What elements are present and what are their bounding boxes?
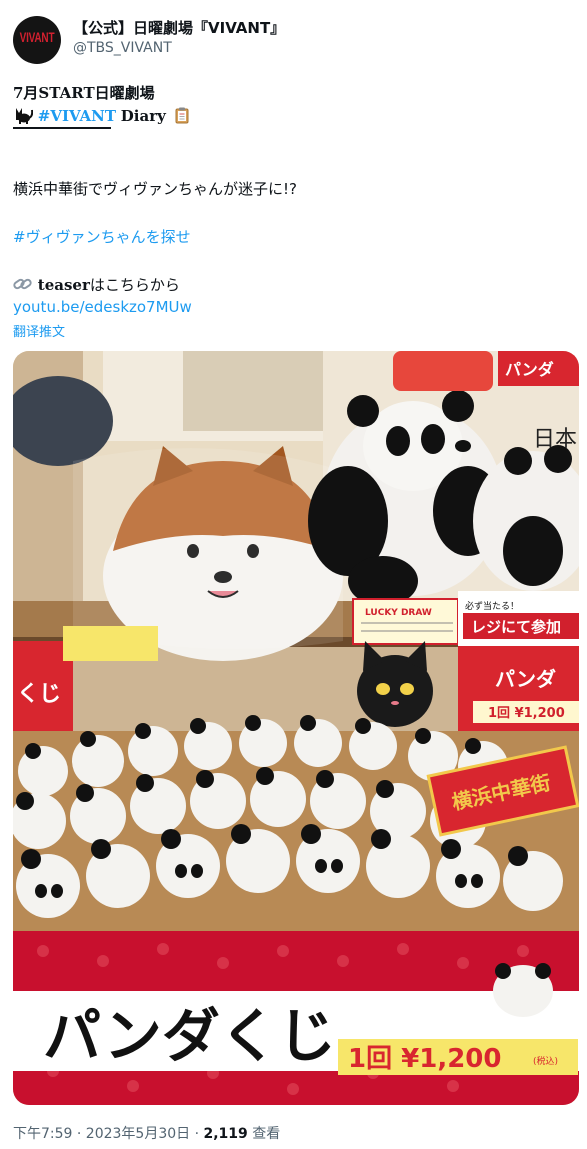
lucky-draw-label: LUCKY DRAW bbox=[365, 608, 432, 618]
banner-tax-text: (税込) bbox=[533, 1055, 558, 1067]
hashtag-vivant[interactable]: #VIVANT bbox=[38, 107, 116, 125]
teaser-rest: はこちらから bbox=[89, 276, 180, 294]
register-sign-text: レジにて参加 bbox=[471, 618, 561, 636]
views-label: 查看 bbox=[247, 1126, 281, 1142]
underline-divider bbox=[13, 127, 111, 129]
post-timestamp[interactable]: 下午7:59 · 2023年5月30日 · bbox=[13, 1126, 204, 1142]
youtube-link[interactable]: youtu.be/edeskzo7MUw bbox=[13, 298, 192, 316]
teaser-line: teaserはこちらから bbox=[13, 274, 180, 295]
user-handle[interactable]: @TBS_VIVANT bbox=[73, 40, 172, 56]
left-sign-text: くじ bbox=[17, 682, 61, 707]
tweet-meta: 下午7:59 · 2023年5月30日 · 2,119 查看 bbox=[13, 1123, 280, 1143]
avatar[interactable]: VIVANT bbox=[13, 16, 61, 64]
tweet-header: VIVANT 【公式】日曜劇場『VIVANT』 @TBS_VIVANT bbox=[13, 13, 573, 65]
black-cat-icon bbox=[16, 108, 33, 124]
hashtag-search-vivan[interactable]: #ヴィヴァンちゃんを探せ bbox=[13, 226, 191, 247]
register-small-text: 必ず当たる！ bbox=[465, 600, 519, 612]
post-photo[interactable]: パンダ 日本 LUCKY DRAW 必ず当たる！ レジにて参加 パンダ 1回 ¥… bbox=[13, 351, 579, 1105]
views-count: 2,119 bbox=[203, 1126, 248, 1142]
clipboard-icon bbox=[175, 107, 189, 124]
top-sign-panda-text: パンダ bbox=[505, 360, 554, 379]
tweet-text-line1: 7月START日曜劇場 bbox=[13, 82, 155, 103]
tweet-text-line2: #VIVANT Diary bbox=[13, 106, 189, 125]
link-chain-icon bbox=[13, 278, 32, 290]
panda-sign-text: パンダ bbox=[495, 667, 556, 691]
photo-scene: パンダ 日本 LUCKY DRAW 必ず当たる！ レジにて参加 パンダ 1回 ¥… bbox=[13, 351, 579, 1105]
tweet-headline: 横浜中華街でヴィヴァンちゃんが迷子に!? bbox=[13, 180, 297, 198]
diary-word: Diary bbox=[120, 107, 166, 125]
tweet-card: VIVANT 【公式】日曜劇場『VIVANT』 @TBS_VIVANT 7月ST… bbox=[0, 0, 587, 1149]
translate-post-link[interactable]: 翻译推文 bbox=[13, 321, 65, 340]
avatar-logo-text: VIVANT bbox=[19, 31, 55, 46]
line1-text: 7月START日曜劇場 bbox=[13, 84, 155, 102]
banner-price-text: 1回 ¥1,200 bbox=[348, 1044, 501, 1074]
japan-sign-text: 日本 bbox=[533, 427, 577, 452]
register-price-text: 1回 ¥1,200 bbox=[488, 706, 565, 721]
banner-main-text: パンダくじ bbox=[43, 1002, 336, 1070]
teaser-bold: teaser bbox=[37, 276, 90, 294]
display-name[interactable]: 【公式】日曜劇場『VIVANT』 bbox=[73, 17, 285, 38]
